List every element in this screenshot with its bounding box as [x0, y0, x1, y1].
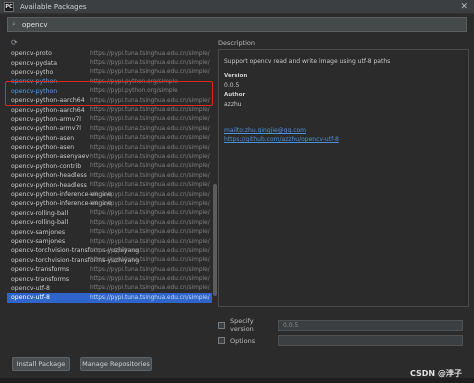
options-input[interactable] — [278, 335, 463, 346]
package-repository: https://pypi.tuna.tsinghua.edu.cn/simple… — [90, 219, 210, 226]
package-name: opencv-transforms — [11, 266, 70, 274]
version-heading: Version — [224, 73, 248, 79]
close-icon[interactable]: ✕ — [460, 2, 468, 12]
package-repository: https://pypi.tuna.tsinghua.edu.cn/simple… — [90, 276, 210, 283]
package-row[interactable]: opencv-torchvision-transforms-yuzhiyang h… — [7, 256, 212, 265]
package-row[interactable]: opencv-pydata https://pypi.tuna.tsinghua.… — [7, 58, 212, 67]
search-icon: ⌕ — [12, 20, 16, 28]
package-row[interactable]: opencv-utf-8 https://pypi.tuna.tsinghua.e… — [7, 293, 212, 303]
package-name: opencv-python-armv7l — [11, 115, 82, 123]
search-bar[interactable]: ⌕ — [7, 17, 467, 32]
author-value: azzhu — [224, 101, 242, 108]
package-name: opencv-python-headless — [11, 181, 87, 189]
specify-version-checkbox[interactable] — [218, 321, 225, 329]
package-repository: https://pypi.tuna.tsinghua.edu.cn/simple… — [90, 210, 210, 217]
package-repository: https://pypi.tuna.tsinghua.edu.cn/simple… — [90, 294, 210, 301]
options-checkbox[interactable] — [218, 337, 225, 344]
package-name: opencv-utf-8 — [11, 284, 50, 292]
specify-version-label: Specify version — [230, 317, 254, 333]
package-repository: https://pypi.tuna.tsinghua.edu.cn/simple… — [90, 163, 210, 170]
package-name: opencv-python-contrib — [11, 162, 82, 170]
package-repository: https://pypi.tuna.tsinghua.edu.cn/simple… — [90, 257, 210, 264]
description-panel-container: Description Support opencv read and writ… — [216, 37, 469, 351]
package-repository: https://pypi.tuna.tsinghua.edu.cn/simple… — [90, 229, 210, 236]
package-repository: https://pypi.tuna.tsinghua.edu.cn/simple… — [90, 172, 210, 179]
options-label: Options — [230, 336, 256, 345]
package-row[interactable]: opencv-python-contrib https://pypi.tuna.t… — [7, 162, 212, 171]
package-row[interactable]: opencv-pytho https://pypi.tuna.tsinghua.e… — [7, 68, 212, 77]
package-row[interactable]: opencv-rolling-ball https://pypi.tuna.tsi… — [7, 218, 212, 227]
package-row[interactable]: opencv-utf-8 https://pypi.tuna.tsinghua.e… — [7, 284, 212, 293]
package-name: opencv-python-asen — [11, 144, 75, 152]
package-repository: https://pypi.tuna.tsinghua.edu.cn/simple… — [90, 125, 210, 132]
package-name: opencv-python-asenyaev — [11, 153, 90, 161]
options-row: Options — [218, 335, 463, 346]
package-repository: https://pypi.tuna.tsinghua.edu.cn/simple… — [90, 238, 210, 245]
window-title: Available Packages — [20, 2, 87, 11]
package-row[interactable]: opencv-proto https://pypi.tuna.tsinghua.e… — [7, 49, 212, 58]
author-email-link[interactable]: mailto:zhu.qingjie@qq.com — [224, 127, 306, 134]
package-summary: Support opencv read and write image usin… — [224, 58, 391, 65]
package-row[interactable]: opencv-python-armv7l https://pypi.tuna.ts… — [7, 124, 212, 133]
package-name: opencv-rolling-ball — [11, 209, 69, 217]
package-name: opencv-python-aarch64 — [11, 106, 85, 114]
description-panel: Support opencv read and write image usin… — [218, 49, 469, 307]
package-name: opencv-proto — [11, 50, 52, 58]
package-row[interactable]: opencv-python-inference-engine https://py… — [7, 199, 212, 208]
package-name: opencv-utf-8 — [11, 294, 50, 302]
package-row[interactable]: opencv-python-asenyaev https://pypi.tuna.… — [7, 152, 212, 161]
package-repository: https://pypi.tuna.tsinghua.edu.cn/simple… — [90, 135, 210, 142]
package-name: opencv-rolling-ball — [11, 219, 69, 227]
description-heading: Description — [218, 39, 256, 47]
package-repository: https://pypi.tuna.tsinghua.edu.cn/simple… — [90, 285, 210, 292]
search-input[interactable] — [22, 18, 322, 31]
package-name: opencv-samjones — [11, 238, 66, 245]
author-heading: Author — [224, 92, 246, 98]
project-url-link[interactable]: https://github.com/azzhu/opencv-utf-8 — [224, 136, 339, 143]
package-name: opencv-transforms — [11, 275, 70, 283]
package-name: opencv-pydata — [11, 59, 58, 67]
package-repository: https://pypi.tuna.tsinghua.edu.cn/simple… — [90, 191, 210, 198]
package-row[interactable]: opencv-python-inference-engine https://py… — [7, 190, 212, 199]
version-value: 0.0.5 — [224, 82, 240, 89]
install-package-button[interactable]: Install Package — [12, 357, 70, 371]
version-select[interactable]: 0.0.5 — [278, 319, 463, 331]
package-row[interactable]: opencv-python-headless https://pypi.tuna.… — [7, 171, 212, 180]
package-row[interactable]: opencv-python-armv7l https://pypi.tuna.ts… — [7, 115, 212, 124]
package-repository: https://pypi.tuna.tsinghua.edu.cn/simple… — [90, 153, 210, 160]
specify-version-row: Specify version 0.0.5 — [218, 317, 463, 333]
package-repository: https://pypi.tuna.tsinghua.edu.cn/simple… — [90, 144, 210, 151]
package-row[interactable]: opencv-torchvision-transforms-yuzhiyang h… — [7, 246, 212, 255]
package-row[interactable]: opencv-rolling-ball https://pypi.tuna.tsi… — [7, 209, 212, 218]
package-repository: https://pypi.tuna.tsinghua.edu.cn/simple… — [90, 50, 210, 57]
package-repository: https://pypi.tuna.tsinghua.edu.cn/simple… — [90, 116, 210, 123]
package-row[interactable]: opencv-python-asen https://pypi.tuna.tsin… — [7, 143, 212, 152]
package-name: opencv-pytho — [11, 68, 54, 76]
package-row[interactable]: opencv-python-aarch64 https://pypi.tuna.t… — [7, 105, 212, 114]
package-repository: https://pypi.tuna.tsinghua.edu.cn/simple… — [90, 200, 210, 207]
package-name: opencv-python-asen — [11, 134, 75, 142]
title-bar: PC Available Packages ✕ — [0, 0, 474, 14]
manage-repositories-button[interactable]: Manage Repositories — [80, 357, 152, 371]
package-row[interactable]: opencv-python-headless https://pypi.tuna.… — [7, 180, 212, 189]
package-row[interactable]: opencv-transforms https://pypi.tuna.tsing… — [7, 274, 212, 283]
package-row[interactable]: opencv-python-asen https://pypi.tuna.tsin… — [7, 134, 212, 143]
refresh-icon[interactable]: ⟳ — [11, 38, 18, 48]
package-repository: https://pypi.tuna.tsinghua.edu.cn/simple… — [90, 107, 210, 114]
pycharm-app-icon: PC — [4, 1, 14, 12]
package-repository: https://pypi.tuna.tsinghua.edu.cn/simple… — [90, 182, 210, 189]
package-repository: https://pypi.tuna.tsinghua.edu.cn/simple… — [90, 266, 210, 273]
package-name: opencv-samjones — [11, 228, 66, 236]
package-repository: https://pypi.tuna.tsinghua.edu.cn/simple… — [90, 247, 210, 254]
package-row[interactable]: opencv-transforms https://pypi.tuna.tsing… — [7, 265, 212, 274]
highlight-annotation-box — [5, 81, 213, 106]
package-name: opencv-python-headless — [11, 172, 87, 180]
package-name: opencv-python-armv7l — [11, 125, 82, 133]
package-repository: https://pypi.tuna.tsinghua.edu.cn/simple… — [90, 60, 210, 67]
package-row[interactable]: opencv-samjones https://pypi.tuna.tsinghu… — [7, 237, 212, 246]
package-row[interactable]: opencv-samjones https://pypi.tuna.tsinghu… — [7, 227, 212, 236]
bottom-edge — [0, 378, 474, 383]
package-repository: https://pypi.tuna.tsinghua.edu.cn/simple… — [90, 69, 210, 76]
